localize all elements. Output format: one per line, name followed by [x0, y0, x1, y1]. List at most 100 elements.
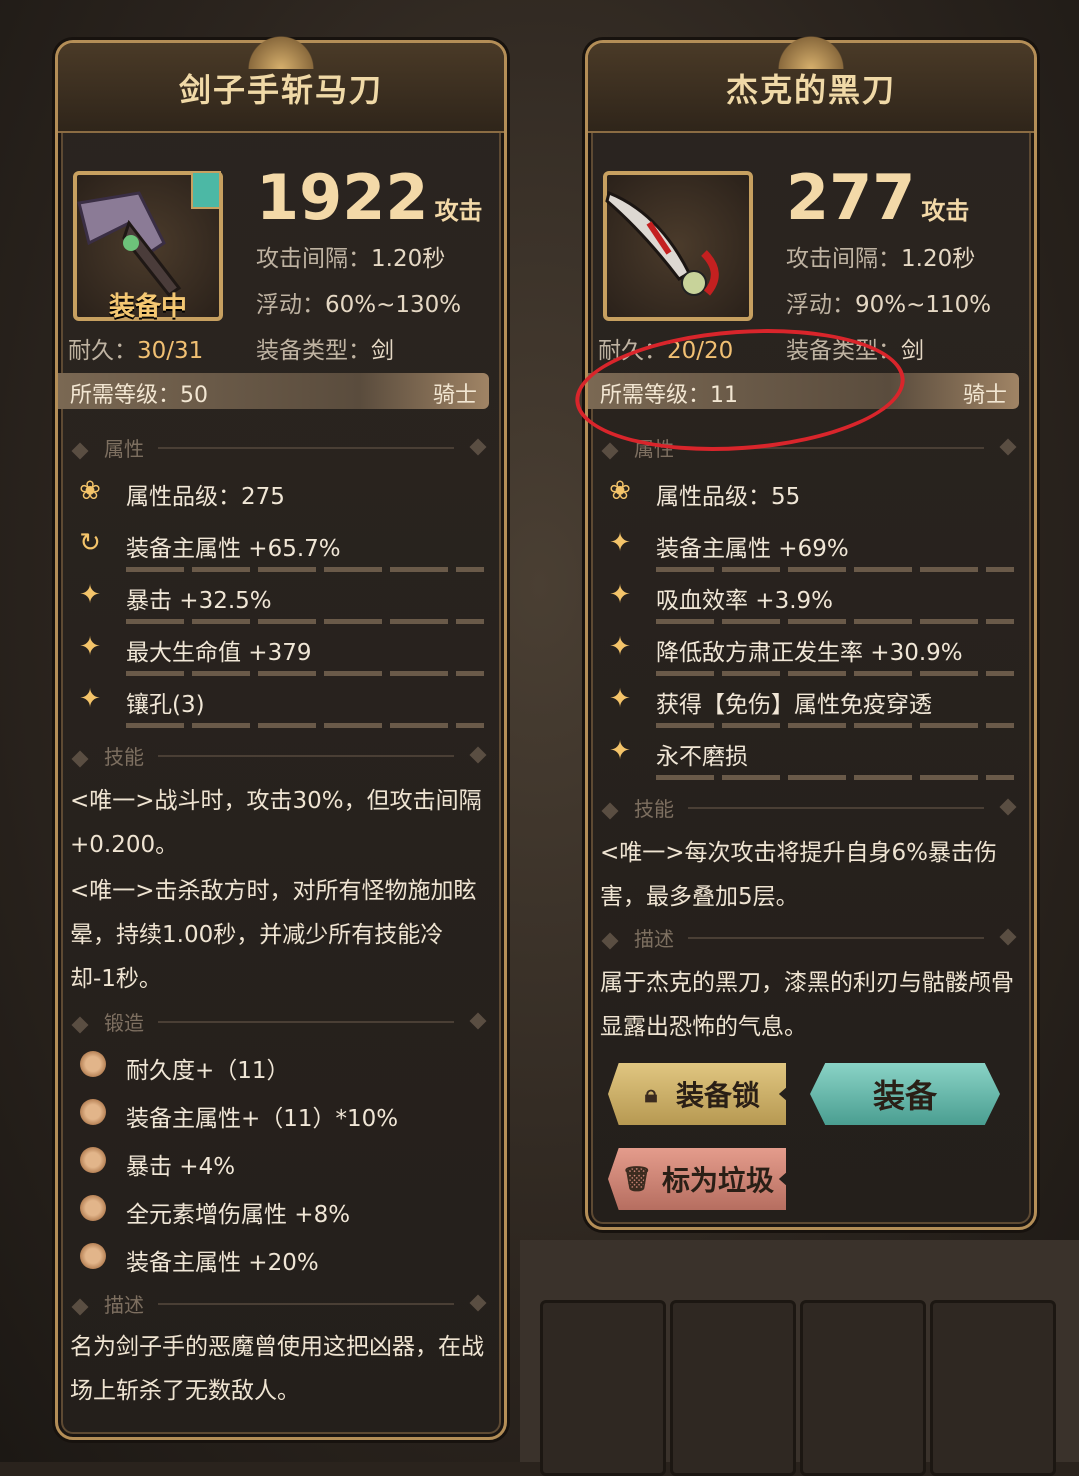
item-icon-slot[interactable]: 装备中 [73, 171, 223, 322]
durability: 耐久：30/31 [68, 331, 203, 365]
item-name: 剑子手斩马刀 [178, 71, 383, 109]
attribute-text: 获得【免伤】属性免疫穿透 [656, 692, 932, 718]
skill-text: <唯一>每次攻击将提升自身6%暴击伤害，最多叠加5层。 [600, 840, 998, 910]
attribute-text: 最大生命值 +379 [126, 640, 312, 666]
float-value: 90%~110% [855, 292, 992, 318]
attribute-row: ❀ 属性品级：55 [598, 471, 1014, 513]
equip-type: 装备类型：剑 [256, 331, 394, 365]
skill-text-1: <唯一>战斗时，攻击30%，但攻击间隔+0.200。 [70, 788, 482, 858]
sparkle-icon: ✦ [609, 528, 631, 558]
attribute-row: ✦ 获得【免伤】属性免疫穿透 [598, 679, 1014, 728]
lock-icon: 🔒︎ [644, 1080, 658, 1108]
sparkle-icon: ✦ [79, 684, 101, 714]
attack-suffix: 攻击 [434, 197, 483, 225]
attribute-bar [126, 723, 484, 728]
button-label: 标为垃圾 [661, 1164, 774, 1197]
float-label: 浮动： [256, 292, 325, 318]
attribute-text: 降低敌方肃正发生率 +30.9% [656, 640, 963, 666]
item-description: 属于杰克的黑刀，漆黑的利刃与骷髅颅骨显露出恐怖的气息。 [600, 970, 1014, 1040]
black-blade-weapon-icon [605, 190, 719, 296]
forge-row: 全元素增伤属性 +8% [68, 1187, 484, 1231]
forge-dot-icon [80, 1195, 106, 1221]
sparkle-icon: ✦ [609, 736, 631, 766]
float-label: 浮动： [786, 292, 855, 318]
attribute-row: ✦ 降低敌方肃正发生率 +30.9% [598, 627, 1014, 676]
attribute-text: 装备主属性 +69% [656, 536, 849, 562]
forge-text: 装备主属性+（11）*10% [126, 1106, 399, 1132]
forge-dot-icon [80, 1243, 106, 1269]
forge-row: 耐久度+（11） [68, 1043, 484, 1087]
cleaver-weapon-icon [77, 191, 182, 298]
forge-text: 装备主属性 +20% [126, 1250, 319, 1276]
requirement-bar: 所需等级：50 骑士 [58, 373, 489, 409]
attribute-row: ✦ 暴击 +32.5% [68, 575, 484, 624]
equipped-label: 装备中 [108, 292, 187, 322]
attack-suffix: 攻击 [921, 197, 970, 225]
lotus-icon: ❀ [609, 476, 631, 506]
attack-number: 1922 [256, 161, 429, 234]
attribute-bar [656, 671, 1014, 676]
attack-interval: 攻击间隔：1.20秒 [256, 239, 445, 273]
forge-dot-icon [80, 1099, 106, 1125]
background-door [520, 1240, 1079, 1476]
ornament [246, 29, 316, 69]
attribute-text: 装备主属性 +65.7% [126, 536, 341, 562]
interval-label: 攻击间隔： [256, 246, 371, 272]
required-level: 所需等级：50 [70, 383, 208, 408]
sparkle-icon: ✦ [609, 632, 631, 662]
button-label: 装备 [872, 1077, 937, 1115]
trash-icon: 🗑︎ [621, 1165, 653, 1193]
item-tooltip-right: 杰克的黑刀 277 攻击 攻击间隔：1.20秒 浮动：90%~110% 装备类型：… [585, 29, 1037, 1230]
section-label: 描述 [104, 1293, 144, 1317]
section-skills: 技能 [598, 793, 1017, 823]
attack-interval: 攻击间隔：1.20秒 [786, 239, 975, 273]
forge-row: 暴击 +4% [68, 1139, 484, 1183]
attribute-bar [126, 619, 484, 624]
button-label: 装备锁 [675, 1079, 760, 1112]
equip-lock-button[interactable]: 🔒︎ 装备锁 [608, 1063, 786, 1125]
forge-row: 装备主属性+（11）*10% [68, 1091, 484, 1135]
attribute-row: ✦ 吸血效率 +3.9% [598, 575, 1014, 624]
mark-as-junk-button[interactable]: 🗑︎ 标为垃圾 [608, 1148, 786, 1210]
item-tooltip-left: 剑子手斩马刀 装备中 1922 攻击 攻击间隔：1.20秒 浮动：60%~130%… [55, 29, 507, 1440]
lotus-icon: ❀ [79, 476, 101, 506]
sparkle-icon: ✦ [79, 580, 101, 610]
section-description: 描述 [598, 923, 1017, 953]
forge-text: 暴击 +4% [126, 1154, 236, 1180]
class-label: 骑士 [962, 383, 1007, 408]
durability-value: 30/31 [137, 338, 204, 364]
section-label: 技能 [104, 745, 144, 769]
float-range: 浮动：60%~130% [256, 285, 461, 319]
attribute-bar [126, 671, 484, 676]
skill-text-2: <唯一>击杀敌方时，对所有怪物施加眩晕，持续1.00秒，并减少所有技能冷却-1秒… [70, 878, 477, 992]
attack-value: 277 攻击 [786, 161, 969, 234]
attribute-row: ❀ 属性品级：275 [68, 471, 484, 513]
item-name: 杰克的黑刀 [725, 71, 896, 109]
equip-button[interactable]: 装备 [810, 1063, 1000, 1125]
type-value: 剑 [901, 338, 924, 364]
ornament [776, 29, 846, 69]
attribute-text: 永不磨损 [656, 744, 748, 770]
attack-number: 277 [786, 161, 916, 234]
attribute-text: 镶孔(3) [126, 692, 205, 718]
forge-row: 装备主属性 +20% [68, 1235, 484, 1279]
durability-label: 耐久： [68, 338, 137, 364]
sparkle-icon: ✦ [79, 632, 101, 662]
section-forge: 锻造 [68, 1007, 487, 1037]
interval-label: 攻击间隔： [786, 246, 901, 272]
interval-value: 1.20秒 [901, 246, 976, 272]
class-label: 骑士 [432, 383, 477, 408]
gem-flag-icon [191, 171, 221, 209]
section-attributes: 属性 [68, 433, 487, 463]
sparkle-icon: ✦ [609, 684, 631, 714]
float-range: 浮动：90%~110% [786, 285, 991, 319]
attribute-text: 吸血效率 +3.9% [656, 588, 834, 614]
attribute-row: ✦ 镶孔(3) [68, 679, 484, 728]
item-icon-slot[interactable] [603, 171, 753, 321]
attribute-row: ✦ 最大生命值 +379 [68, 627, 484, 676]
refresh-icon: ↻ [79, 528, 101, 558]
section-label: 锻造 [104, 1011, 144, 1035]
attribute-bar [656, 775, 1014, 780]
section-label: 描述 [634, 927, 674, 951]
section-skills: 技能 [68, 741, 487, 771]
